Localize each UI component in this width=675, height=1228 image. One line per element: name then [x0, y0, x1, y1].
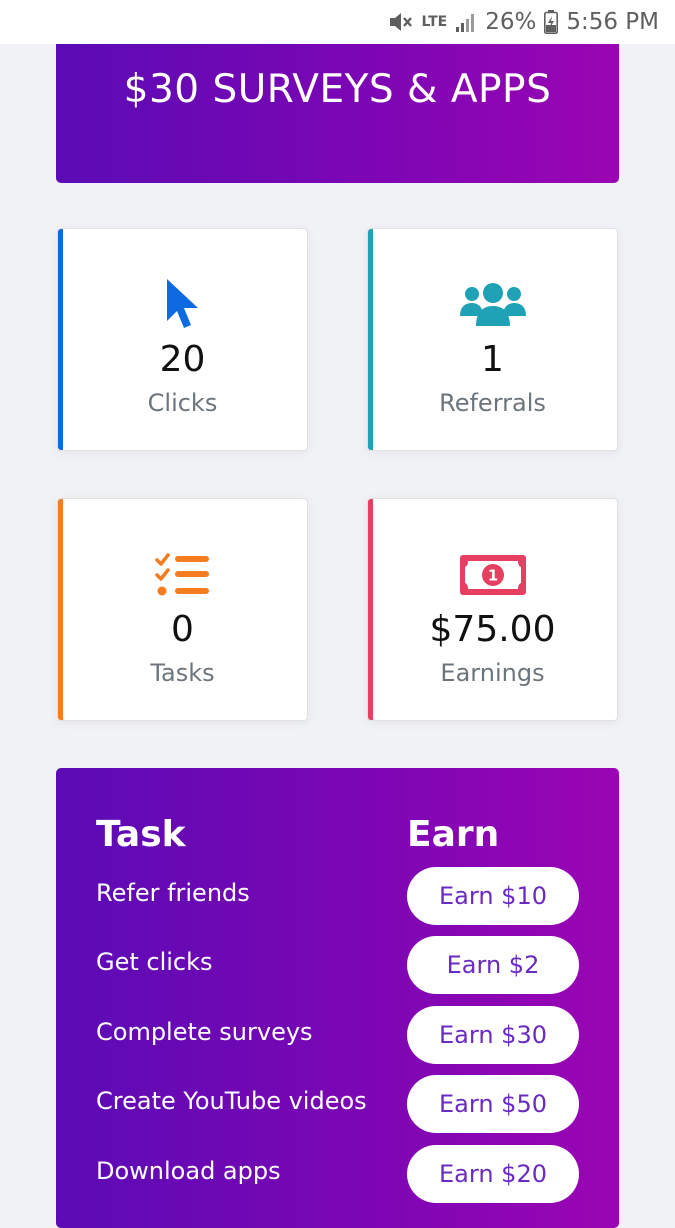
money-bill-icon: 1 [368, 547, 617, 603]
task-row: Get clicks Earn $2 [56, 936, 619, 994]
clock: 5:56 PM [566, 9, 659, 35]
task-list-icon [58, 547, 307, 603]
task-name: Complete surveys [96, 1018, 313, 1046]
stat-label: Referrals [439, 389, 546, 417]
signal-icon [455, 11, 477, 33]
stat-value: 1 [481, 339, 504, 380]
stat-value: 20 [159, 339, 206, 380]
earn-button[interactable]: Earn $30 [407, 1006, 579, 1064]
task-row: Refer friends Earn $10 [56, 867, 619, 925]
cursor-icon [58, 277, 307, 333]
svg-text:1: 1 [487, 567, 497, 585]
task-name: Refer friends [96, 879, 250, 907]
earn-button[interactable]: Earn $2 [407, 936, 579, 994]
stat-card-earnings[interactable]: 1 $75.00 Earnings [367, 498, 618, 721]
stat-label: Tasks [150, 659, 215, 687]
stat-card-referrals[interactable]: 1 Referrals [367, 228, 618, 451]
network-type: LTE [421, 14, 448, 30]
stat-card-tasks[interactable]: 0 Tasks [57, 498, 308, 721]
earn-button[interactable]: Earn $10 [407, 867, 579, 925]
earn-button[interactable]: Earn $50 [407, 1075, 579, 1133]
task-row: Create YouTube videos Earn $50 [56, 1075, 619, 1133]
task-name: Create YouTube videos [96, 1087, 367, 1115]
task-row: Download apps Earn $20 [56, 1145, 619, 1203]
task-row: Complete surveys Earn $30 [56, 1006, 619, 1064]
banner-title: $30 SURVEYS & APPS [123, 67, 552, 112]
task-column-header: Task [96, 814, 186, 855]
earn-button[interactable]: Earn $20 [407, 1145, 579, 1203]
status-bar: LTE 26% 5:56 PM [0, 0, 675, 44]
stat-label: Earnings [440, 659, 545, 687]
stat-label: Clicks [147, 389, 218, 417]
task-name: Get clicks [96, 948, 213, 976]
stat-value: 0 [171, 609, 194, 650]
stat-card-clicks[interactable]: 20 Clicks [57, 228, 308, 451]
task-earn-panel: Task Earn Refer friends Earn $10 Get cli… [56, 768, 619, 1228]
earn-column-header: Earn [407, 814, 500, 855]
users-icon [368, 277, 617, 333]
stat-value: $75.00 [429, 609, 556, 650]
header-banner: $30 SURVEYS & APPS [56, 44, 619, 183]
battery-percent: 26% [485, 9, 537, 35]
mute-icon [387, 10, 413, 34]
battery-charging-icon [544, 10, 559, 34]
task-name: Download apps [96, 1157, 281, 1185]
